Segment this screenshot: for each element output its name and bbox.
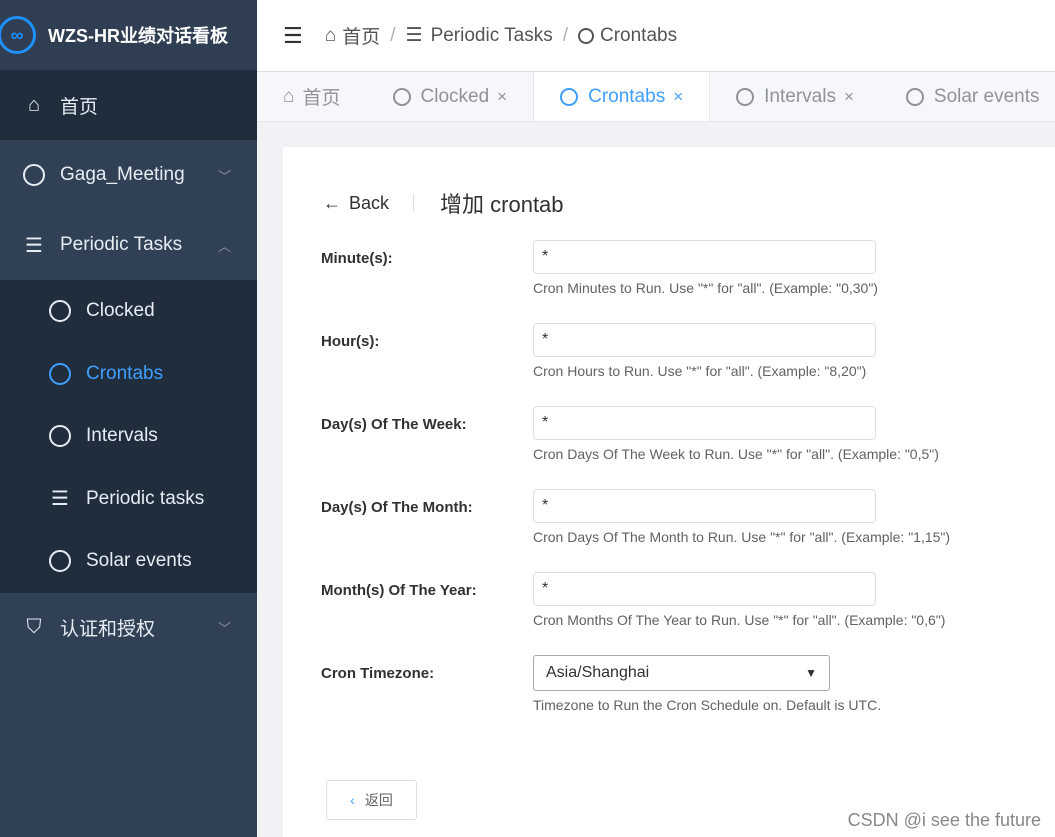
back-label: Back xyxy=(349,192,390,213)
tab-label: 首页 xyxy=(302,88,341,109)
circle-icon xyxy=(48,362,72,385)
field-help: Cron Minutes to Run. Use "*" for "all". … xyxy=(533,280,878,296)
divider xyxy=(413,194,415,212)
chevron-up-icon: ︿ xyxy=(217,238,231,254)
header: ☰ ⌂ 首页 / ☰ Periodic Tasks / Crontabs xyxy=(257,0,1055,72)
home-icon: ⌂ xyxy=(27,93,41,116)
breadcrumb-periodic-tasks[interactable]: Periodic Tasks xyxy=(431,25,553,47)
circle-icon xyxy=(392,87,411,106)
field-label: Minute(s): xyxy=(321,250,393,267)
app-title: WZS-HR业绩对话看板 xyxy=(48,26,228,46)
tabs-bar: ⌂ 首页 Clocked × Crontabs × Intervals × Solar … xyxy=(257,72,1055,122)
close-icon[interactable]: × xyxy=(673,87,683,107)
chevron-down-icon: ﹀ xyxy=(217,168,231,184)
field-label: Hour(s): xyxy=(321,333,380,350)
sidebar-item-label: Periodic Tasks xyxy=(60,234,183,255)
shield-icon: ⛉ xyxy=(26,616,42,638)
timezone-select[interactable]: Asia/Shanghai ▼ xyxy=(533,655,830,691)
circle-icon xyxy=(736,87,755,106)
sidebar-item-label: Clocked xyxy=(86,300,155,322)
home-icon: ⌂ xyxy=(283,85,295,107)
circle-icon xyxy=(560,87,579,106)
field-label: Day(s) Of The Month: xyxy=(321,499,473,516)
submenu-periodic-tasks: Clocked Crontabs Intervals ☰ Periodic tas… xyxy=(0,280,257,593)
hamburger-icon[interactable]: ☰ xyxy=(283,23,303,49)
home-icon: ⌂ xyxy=(324,24,337,46)
breadcrumb-home[interactable]: 首页 xyxy=(342,22,380,49)
sidebar-item-clocked[interactable]: Clocked xyxy=(0,280,257,343)
sidebar-item-label: 首页 xyxy=(60,96,99,118)
tab-label: Intervals xyxy=(764,85,836,107)
sidebar-item-gaga-meeting[interactable]: Gaga_Meeting ﹀ xyxy=(0,140,257,210)
logo-icon: ∞ xyxy=(0,16,36,54)
minute-input[interactable] xyxy=(533,240,876,274)
sidebar-item-label: Gaga_Meeting xyxy=(60,164,185,185)
sidebar-item-label: Periodic tasks xyxy=(86,487,205,509)
chevron-down-icon: ﹀ xyxy=(217,621,231,636)
month-of-year-input[interactable] xyxy=(533,572,876,606)
field-label: Day(s) Of The Week: xyxy=(321,416,467,433)
sidebar-item-home[interactable]: ⌂ 首页 xyxy=(0,70,257,140)
day-of-month-input[interactable] xyxy=(533,489,876,523)
sidebar-item-crontabs[interactable]: Crontabs xyxy=(0,343,257,406)
field-help: Cron Days Of The Week to Run. Use "*" fo… xyxy=(533,446,939,462)
day-of-week-input[interactable] xyxy=(533,406,876,440)
tab-label: Clocked xyxy=(420,85,490,107)
watermark: CSDN @i see the future xyxy=(847,810,1041,830)
sidebar: ∞ WZS-HR业绩对话看板 ⌂ 首页 Gaga_Meeting ﹀ ☰ Period… xyxy=(0,0,257,837)
list-check-icon: ☰ xyxy=(405,25,423,46)
back-button[interactable]: ← Back xyxy=(323,193,389,214)
return-button[interactable]: ‹ 返回 xyxy=(326,780,417,820)
button-label: 返回 xyxy=(364,792,393,808)
page-header: ← Back 增加 crontab xyxy=(323,187,564,219)
form-card: ← Back 增加 crontab Minute(s): Cron Minutes… xyxy=(283,147,1055,837)
logo[interactable]: ∞ WZS-HR业绩对话看板 xyxy=(0,0,257,70)
sidebar-item-label: 认证和授权 xyxy=(60,619,156,640)
field-help: Cron Hours to Run. Use "*" for "all". (E… xyxy=(533,363,867,379)
circle-icon xyxy=(48,550,72,573)
page-title: 增加 crontab xyxy=(440,192,564,217)
breadcrumb-crontabs: Crontabs xyxy=(600,24,678,46)
close-icon[interactable]: × xyxy=(497,87,507,107)
sidebar-item-solar-events[interactable]: Solar events xyxy=(0,530,257,593)
list-check-icon: ☰ xyxy=(25,234,43,257)
tab-crontabs[interactable]: Crontabs × xyxy=(533,72,711,121)
field-label: Month(s) Of The Year: xyxy=(321,582,477,599)
sidebar-item-auth[interactable]: ⛉ 认证和授权 ﹀ xyxy=(0,593,257,663)
hour-input[interactable] xyxy=(533,323,876,357)
field-help: Timezone to Run the Cron Schedule on. De… xyxy=(533,697,882,713)
circle-icon xyxy=(578,27,594,44)
field-label: Cron Timezone: xyxy=(321,665,435,682)
arrow-left-icon: ← xyxy=(323,192,341,213)
circle-icon xyxy=(48,425,72,448)
chevron-left-icon: ‹ xyxy=(350,792,355,808)
tab-solar-events[interactable]: Solar events xyxy=(880,72,1055,121)
sidebar-item-label: Crontabs xyxy=(86,362,164,384)
chevron-down-icon: ▼ xyxy=(805,666,817,680)
sidebar-item-label: Solar events xyxy=(86,550,192,572)
select-value: Asia/Shanghai xyxy=(546,664,650,681)
sidebar-item-periodic-tasks[interactable]: ☰ Periodic Tasks ︿ xyxy=(0,210,257,280)
tab-clocked[interactable]: Clocked × xyxy=(367,72,534,121)
sidebar-item-intervals[interactable]: Intervals xyxy=(0,405,257,468)
field-help: Cron Months Of The Year to Run. Use "*" … xyxy=(533,612,946,628)
close-icon[interactable]: × xyxy=(844,87,854,107)
tab-home[interactable]: ⌂ 首页 xyxy=(257,72,367,121)
list-check-icon: ☰ xyxy=(51,488,69,511)
circle-icon xyxy=(905,87,924,106)
sidebar-item-periodic-tasks-list[interactable]: ☰ Periodic tasks xyxy=(0,468,257,531)
tab-label: Solar events xyxy=(933,85,1040,107)
breadcrumb: ⌂ 首页 / ☰ Periodic Tasks / Crontabs xyxy=(325,22,677,49)
tab-label: Crontabs xyxy=(588,85,666,107)
tab-intervals[interactable]: Intervals × xyxy=(710,72,880,121)
circle-icon xyxy=(22,164,46,186)
circle-icon xyxy=(48,300,72,323)
field-help: Cron Days Of The Month to Run. Use "*" f… xyxy=(533,529,951,545)
sidebar-item-label: Intervals xyxy=(86,425,158,447)
